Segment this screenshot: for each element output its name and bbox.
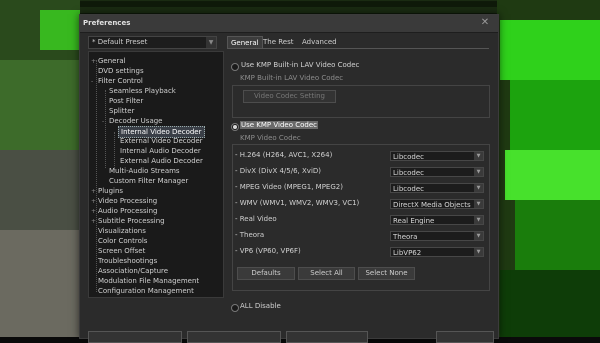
chevron-down-icon: ▼ (474, 232, 483, 240)
tree-item-association-capture[interactable]: Association/Capture (98, 266, 168, 276)
tree-item-filter-control[interactable]: - Filter Control (91, 76, 143, 86)
kmp-codec-radio-label: Use KMP Video Codec (240, 121, 318, 129)
codec-select-wmv[interactable]: DirectX Media Objects ▼ (390, 199, 484, 209)
tree-item-multi-audio-streams[interactable]: Multi-Audio Streams (109, 166, 180, 176)
tab-the-rest[interactable]: The Rest (260, 36, 297, 48)
window-title: Preferences (83, 19, 131, 27)
codec-select-real-video[interactable]: Real Engine ▼ (390, 215, 484, 225)
lav-codec-radio-label: Use KMP Built-in LAV Video Codec (241, 61, 360, 69)
tree-item-troubleshootings[interactable]: Troubleshootings (98, 256, 157, 266)
bottom-button[interactable] (88, 331, 182, 343)
tree-item-audio-processing[interactable]: + Audio Processing (91, 206, 158, 216)
tree-item-modulation-file-management[interactable]: Modulation File Management (98, 276, 199, 286)
codec-select-h264[interactable]: Libcodec ▼ (390, 151, 484, 161)
tree-item-general[interactable]: + General (91, 56, 126, 66)
lav-codec-radio[interactable] (231, 63, 239, 71)
codec-label-h264: - H.264 (H264, AVC1, X264) (235, 151, 333, 159)
tree-item-configuration-management[interactable]: Configuration Management (98, 286, 194, 296)
chevron-down-icon: ▼ (474, 168, 483, 176)
codec-select-divx[interactable]: Libcodec ▼ (390, 167, 484, 177)
tree-item-dvd-settings[interactable]: DVD settings (98, 66, 144, 76)
tree-item-post-filter[interactable]: Post Filter (109, 96, 143, 106)
codec-label-theora: - Theora (235, 231, 265, 239)
tree-item-visualizations[interactable]: Visualizations (98, 226, 146, 236)
tree-item-screen-offset[interactable]: Screen Offset (98, 246, 145, 256)
codec-label-vp6: - VP6 (VP60, VP6F) (235, 247, 301, 255)
chevron-down-icon: ▼ (474, 184, 483, 192)
tree-item-internal-audio-decoder[interactable]: Internal Audio Decoder (120, 146, 201, 156)
preset-dropdown[interactable]: * Default Preset ▼ (88, 36, 217, 49)
tree-item-video-processing[interactable]: + Video Processing (91, 196, 157, 206)
select-none-button[interactable]: Select None (358, 267, 415, 280)
defaults-button[interactable]: Defaults (237, 267, 295, 280)
tree-item-external-video-decoder[interactable]: External Video Decoder (120, 136, 203, 146)
tree-item-external-audio-decoder[interactable]: External Audio Decoder (120, 156, 203, 166)
title-bar: Preferences ✕ (80, 15, 498, 33)
tree-item-custom-filter-manager[interactable]: Custom Filter Manager (109, 176, 188, 186)
preferences-window: Preferences ✕ * Default Preset ▼ + Genera… (79, 14, 499, 343)
bottom-button[interactable] (187, 331, 281, 343)
video-codec-setting-button[interactable]: Video Codec Setting (243, 90, 336, 103)
tree-item-splitter[interactable]: Splitter (109, 106, 134, 116)
tree-item-decoder-usage[interactable]: - Decoder Usage (102, 116, 163, 126)
codec-label-real-video: - Real Video (235, 215, 277, 223)
close-button[interactable] (436, 331, 494, 343)
tree-item-subtitle-processing[interactable]: + Subtitle Processing (91, 216, 165, 226)
chevron-down-icon[interactable]: ▼ (206, 37, 216, 48)
tree-item-color-controls[interactable]: Color Controls (98, 236, 147, 246)
tree-item-seamless-playback[interactable]: Seamless Playback (109, 86, 176, 96)
all-disable-radio[interactable] (231, 304, 239, 312)
chevron-down-icon: ▼ (474, 248, 483, 256)
codec-label-wmv: - WMV (WMV1, WMV2, WMV3, VC1) (235, 199, 360, 207)
preset-value: * Default Preset (92, 38, 148, 46)
codec-select-mpeg[interactable]: Libcodec ▼ (390, 183, 484, 193)
codec-select-theora[interactable]: Theora ▼ (390, 231, 484, 241)
chevron-down-icon: ▼ (474, 216, 483, 224)
bottom-button[interactable] (286, 331, 368, 343)
kmp-codec-radio[interactable] (231, 123, 239, 131)
select-all-button[interactable]: Select All (298, 267, 355, 280)
codec-label-mpeg: - MPEG Video (MPEG1, MPEG2) (235, 183, 343, 191)
tab-divider (227, 48, 489, 49)
close-icon[interactable]: ✕ (479, 17, 491, 29)
lav-group-label: KMP Built-in LAV Video Codec (240, 74, 344, 82)
tree-guide-line (105, 90, 106, 168)
all-disable-label: ALL Disable (240, 302, 281, 310)
tree-guide-line (114, 132, 115, 170)
codec-label-divx: - DivX (DivX 4/5/6, XviD) (235, 167, 322, 175)
chevron-down-icon: ▼ (474, 200, 483, 208)
codec-select-vp6[interactable]: LibVP62 ▼ (390, 247, 484, 257)
settings-tree: + General DVD settings - Filter Control Se… (88, 51, 224, 298)
tree-item-plugins[interactable]: + Plugins (91, 186, 123, 196)
kmp-group-label: KMP Video Codec (240, 134, 301, 142)
tab-advanced[interactable]: Advanced (299, 36, 340, 48)
tree-guide-line (96, 60, 97, 292)
chevron-down-icon: ▼ (474, 152, 483, 160)
